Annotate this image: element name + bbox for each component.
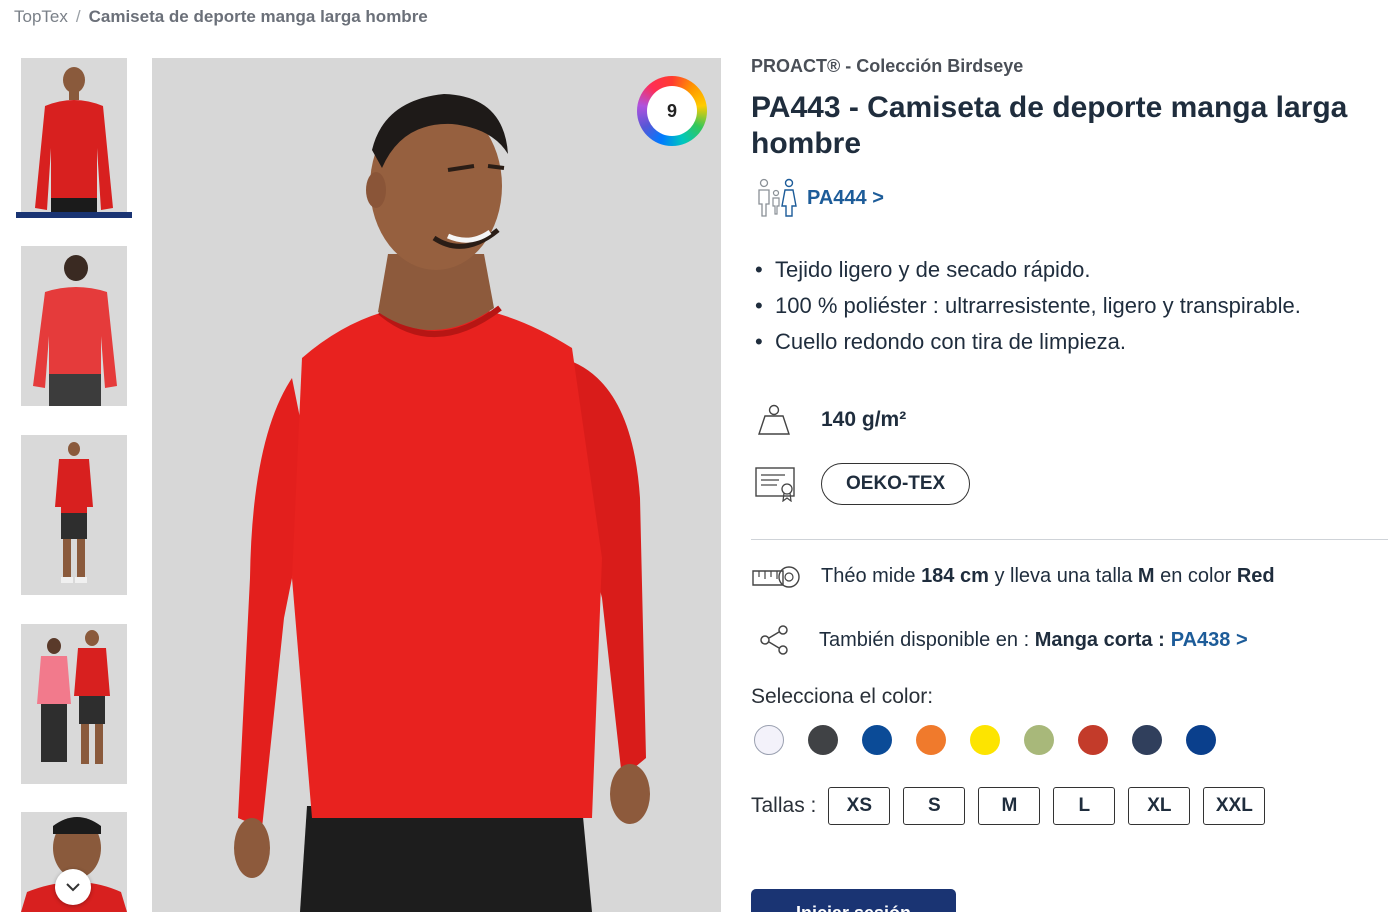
oeko-tex-badge[interactable]: OEKO-TEX bbox=[821, 463, 971, 505]
login-button[interactable]: Iniciar sesión bbox=[751, 889, 956, 912]
weight-icon bbox=[758, 404, 790, 435]
active-thumbnail-indicator bbox=[16, 212, 132, 218]
thumbnail-back[interactable] bbox=[21, 246, 127, 406]
color-count-value: 9 bbox=[647, 86, 697, 136]
breadcrumb-separator: / bbox=[75, 7, 81, 26]
product-photo bbox=[152, 58, 721, 912]
product-title: PA443 - Camiseta de deporte manga larga … bbox=[751, 91, 1348, 160]
family-fit-icon bbox=[758, 178, 797, 217]
thumbnail-image bbox=[21, 246, 127, 406]
thumbnail-list bbox=[16, 58, 132, 912]
women-variant-link[interactable]: PA444 > bbox=[807, 187, 884, 210]
color-swatch[interactable] bbox=[1132, 725, 1162, 755]
breadcrumb-current: Camiseta de deporte manga larga hombre bbox=[88, 7, 428, 26]
measuring-tape-icon bbox=[752, 566, 800, 588]
certification-spec: OEKO-TEX bbox=[755, 463, 971, 505]
breadcrumb-home-link[interactable]: TopTex bbox=[14, 7, 68, 27]
model-info-text: Théo mide 184 cm y lleva una talla M en … bbox=[821, 564, 1275, 587]
thumbnail-image bbox=[21, 624, 127, 784]
sizes-label: Tallas : bbox=[751, 794, 817, 817]
thumbnail-image bbox=[21, 435, 127, 595]
color-swatch[interactable] bbox=[808, 725, 838, 755]
main-product-image[interactable]: 9 bbox=[152, 58, 721, 912]
feature-item: Tejido ligero y de secado rápido. bbox=[755, 252, 1301, 288]
gender-variant-row: PA444 > bbox=[755, 178, 884, 218]
availability-text: También disponible en : Manga corta : bbox=[819, 628, 1165, 651]
thumbnail-full-body[interactable] bbox=[21, 435, 127, 595]
feature-item: 100 % poliéster : ultrarresistente, lige… bbox=[755, 288, 1301, 324]
color-swatch[interactable] bbox=[862, 725, 892, 755]
product-info: PROACT® - Colección Birdseye PA443 - Cam… bbox=[751, 0, 1388, 912]
thumbnail-image bbox=[21, 58, 127, 218]
color-swatches bbox=[754, 725, 1216, 755]
share-icon bbox=[760, 625, 788, 655]
short-sleeve-link[interactable]: PA438 > bbox=[1171, 629, 1248, 652]
breadcrumb: TopTex / Camiseta de deporte manga larga… bbox=[14, 7, 428, 27]
color-swatch[interactable] bbox=[1186, 725, 1216, 755]
size-button-xl[interactable]: XL bbox=[1128, 787, 1191, 825]
certificate-icon bbox=[755, 467, 795, 502]
thumbnail-scroll-down-button[interactable] bbox=[55, 869, 91, 905]
weight-spec: 140 g/m² bbox=[755, 404, 906, 436]
size-button-xs[interactable]: XS bbox=[828, 787, 891, 825]
color-swatch[interactable] bbox=[1078, 725, 1108, 755]
color-swatch[interactable] bbox=[970, 725, 1000, 755]
size-button-xxl[interactable]: XXL bbox=[1203, 787, 1266, 825]
size-button-s[interactable]: S bbox=[903, 787, 966, 825]
feature-item: Cuello redondo con tira de limpieza. bbox=[755, 324, 1301, 360]
color-select-label: Selecciona el color: bbox=[751, 685, 934, 708]
thumbnail-couple[interactable] bbox=[21, 624, 127, 784]
color-count-badge[interactable]: 9 bbox=[637, 76, 707, 146]
sizes-row: Tallas : XS S M L XL XXL bbox=[751, 787, 1278, 825]
color-swatch[interactable] bbox=[754, 725, 784, 755]
feature-list: Tejido ligero y de secado rápido. 100 % … bbox=[755, 252, 1301, 360]
color-swatch[interactable] bbox=[916, 725, 946, 755]
chevron-down-icon bbox=[66, 883, 80, 892]
color-swatch[interactable] bbox=[1024, 725, 1054, 755]
model-info: Théo mide 184 cm y lleva una talla M en … bbox=[751, 561, 1275, 591]
weight-value: 140 g/m² bbox=[821, 408, 907, 431]
size-button-m[interactable]: M bbox=[978, 787, 1041, 825]
availability-row: También disponible en : Manga corta : PA… bbox=[759, 624, 1248, 656]
section-divider bbox=[751, 539, 1388, 540]
product-brand: PROACT® - Colección Birdseye bbox=[751, 56, 1024, 76]
thumbnail-front[interactable] bbox=[21, 58, 127, 218]
size-button-l[interactable]: L bbox=[1053, 787, 1116, 825]
